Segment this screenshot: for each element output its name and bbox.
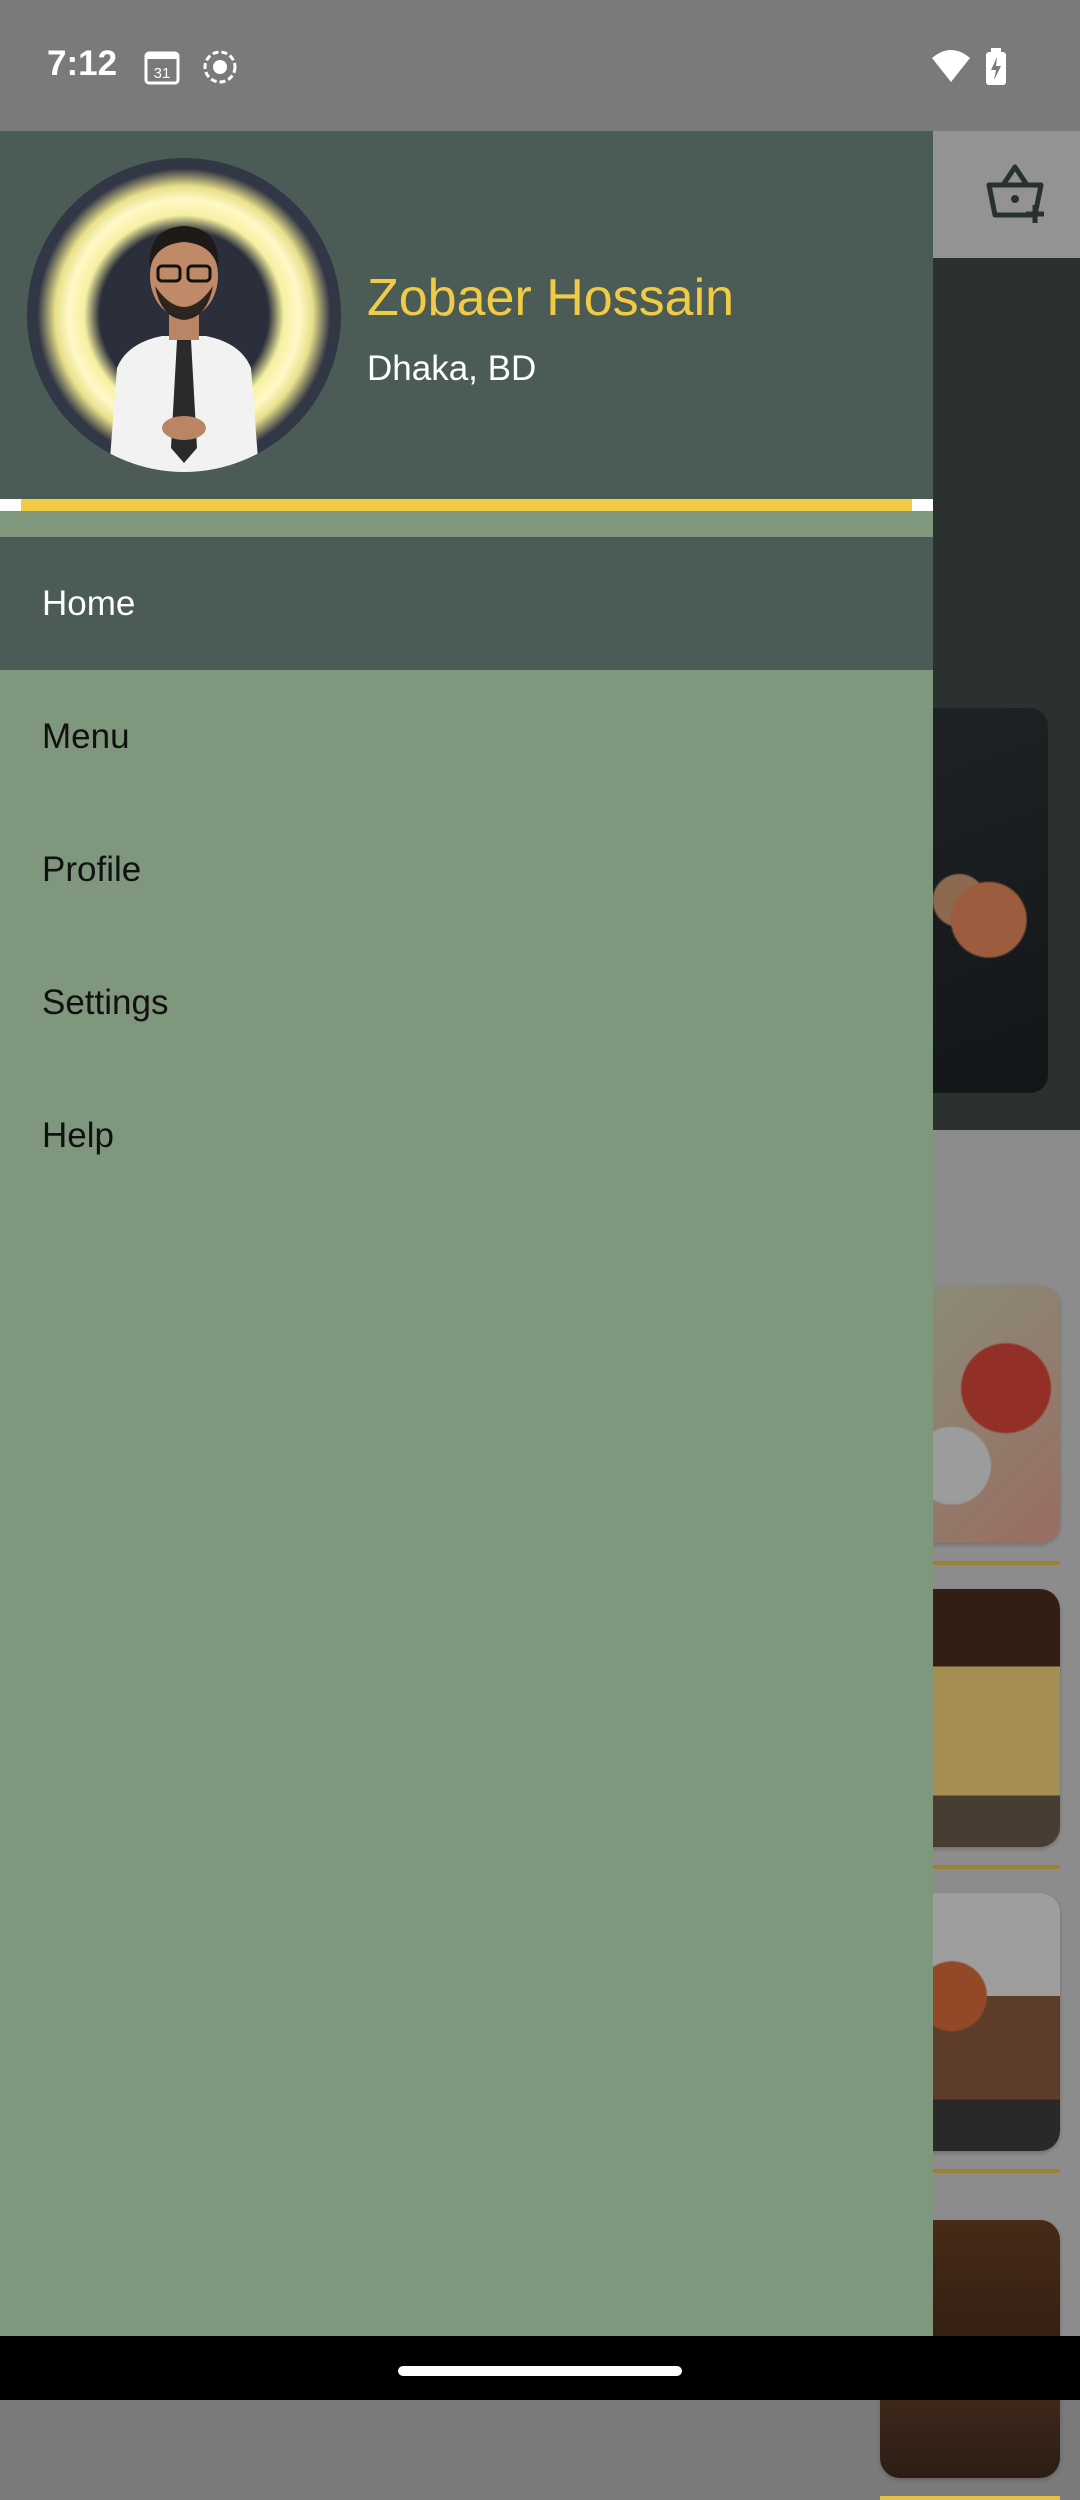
drawer-item-label: Help <box>42 1115 114 1155</box>
user-name: Zobaer Hossain <box>367 269 735 327</box>
drawer-item-label: Settings <box>42 982 169 1022</box>
accent-edge-left <box>0 499 21 511</box>
drawer-item-label: Profile <box>42 849 142 889</box>
drawer-item-menu[interactable]: Menu <box>0 670 933 803</box>
drawer-item-settings[interactable]: Settings <box>0 936 933 1069</box>
accent-bar <box>21 499 912 511</box>
drawer-item-label: Menu <box>42 716 130 756</box>
screen-record-icon <box>201 48 239 91</box>
navigation-drawer: Home Menu Profile Settings Help <box>0 131 933 2336</box>
battery-charging-icon <box>985 48 1007 91</box>
drawer-item-profile[interactable]: Profile <box>0 803 933 936</box>
wifi-icon <box>930 48 972 89</box>
drawer-item-help[interactable]: Help <box>0 1069 933 1202</box>
drawer-item-label: Home <box>42 583 136 623</box>
calendar-icon: 31 <box>143 48 181 91</box>
drawer-item-home[interactable]: Home <box>0 537 933 670</box>
avatar <box>27 158 341 472</box>
calendar-day: 31 <box>154 65 171 82</box>
status-time: 7:12 <box>47 44 118 83</box>
home-gesture-handle[interactable] <box>398 2366 682 2376</box>
status-bar: 7:12 31 <box>0 0 1080 131</box>
user-location: Dhaka, BD <box>367 349 537 388</box>
accent-edge-right <box>912 499 933 511</box>
